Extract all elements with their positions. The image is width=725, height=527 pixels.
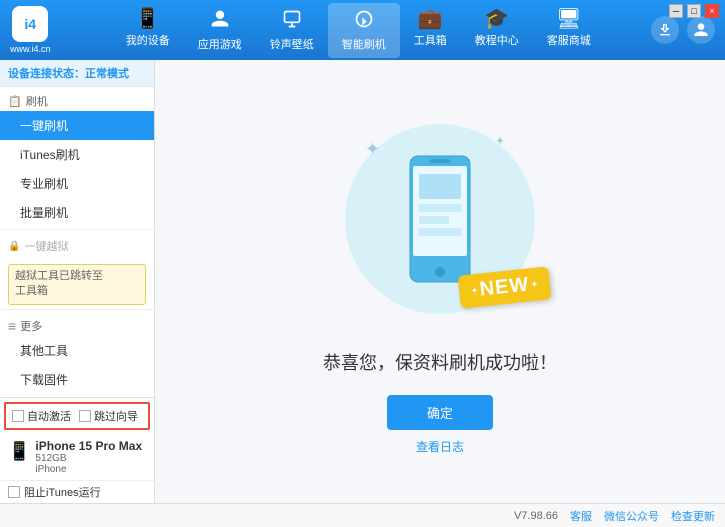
sparkle-icon-2: ✦	[495, 134, 505, 148]
status-value: 正常模式	[85, 68, 129, 80]
nav-my-device-icon: 📱	[135, 9, 160, 29]
minimize-button[interactable]: ─	[669, 4, 683, 18]
version-label: V7.98.66	[514, 510, 558, 522]
customer-service-link[interactable]: 客服	[570, 508, 592, 524]
header: i4 www.i4.cn 📱 我的设备 应用游戏 铃声壁纸	[0, 0, 725, 60]
download-button[interactable]	[651, 16, 679, 44]
success-message: 恭喜您，保资料刷机成功啦！	[323, 349, 557, 375]
group-flash-label: 刷机	[26, 93, 48, 109]
sparkle-icon: ✦	[365, 139, 380, 160]
nav-apps-games[interactable]: 应用游戏	[184, 3, 256, 58]
user-button[interactable]	[687, 16, 715, 44]
nav-tutorial-icon: 🎓	[484, 9, 509, 29]
auto-activate-check[interactable]	[12, 410, 24, 422]
sidebar-item-other-tools[interactable]: 其他工具	[0, 336, 154, 365]
sidebar-item-batch[interactable]: 批量刷机	[0, 198, 154, 227]
group-more-label: 更多	[20, 318, 42, 334]
device-name: iPhone 15 Pro Max	[35, 439, 142, 453]
confirm-button[interactable]: 确定	[387, 395, 493, 430]
nav-service[interactable]: 🖥 客服商城	[533, 3, 605, 58]
maximize-button[interactable]: □	[687, 4, 701, 18]
itunes-block-check[interactable]	[8, 486, 20, 498]
nav-smart-brush-label: 智能刷机	[342, 36, 386, 52]
nav-toolbox-icon: 💼	[418, 9, 443, 29]
nav-apps-games-label: 应用游戏	[198, 36, 242, 52]
skip-guide-label: 跳过向导	[94, 408, 138, 424]
group-flash-icon: 📋	[8, 95, 22, 108]
skip-guide-checkbox[interactable]: 跳过向导	[79, 408, 138, 424]
statusbar: V7.98.66 客服 微信公众号 检查更新	[0, 503, 725, 527]
logo: i4 www.i4.cn	[10, 6, 51, 54]
sidebar-item-pro[interactable]: 专业刷机	[0, 169, 154, 198]
nav-ringtone[interactable]: 铃声壁纸	[256, 3, 328, 58]
nav-my-device[interactable]: 📱 我的设备	[112, 3, 184, 58]
device-info: iPhone 15 Pro Max 512GB iPhone	[35, 439, 142, 475]
sidebar-group-flash: 📋 刷机	[0, 87, 154, 111]
nav-ringtone-label: 铃声壁纸	[270, 36, 314, 52]
auto-activate-checkbox[interactable]: 自动激活	[12, 408, 71, 424]
device-type: iPhone	[35, 464, 142, 475]
nav-tutorial[interactable]: 🎓 教程中心	[461, 3, 533, 58]
close-button[interactable]: ×	[705, 4, 719, 18]
success-illustration: ✦ ✦	[330, 109, 550, 329]
content-area: ✦ ✦	[155, 60, 725, 503]
logo-icon: i4	[12, 6, 48, 42]
jailbreak-warning: 越狱工具已跳转至工具箱	[8, 264, 146, 305]
auto-check-row: 自动激活 跳过向导	[4, 402, 150, 430]
nav-tutorial-label: 教程中心	[475, 32, 519, 48]
sidebar-item-itunes[interactable]: iTunes刷机	[0, 140, 154, 169]
device-row: 📱 iPhone 15 Pro Max 512GB iPhone	[0, 434, 154, 480]
auto-activate-label: 自动激活	[27, 408, 71, 424]
nav-toolbox[interactable]: 💼 工具箱	[400, 3, 461, 58]
group-more-icon: ≡	[8, 318, 16, 334]
window-controls: ─ □ ×	[669, 4, 719, 18]
nav-apps-games-icon	[210, 9, 230, 33]
nav-bar: 📱 我的设备 应用游戏 铃声壁纸 智能刷机	[66, 3, 651, 58]
header-right	[651, 16, 715, 44]
sidebar-bottom: 自动激活 跳过向导 📱 iPhone 15 Pro Max 512GB iPho…	[0, 397, 155, 503]
view-log-link[interactable]: 查看日志	[416, 438, 464, 455]
nav-smart-brush[interactable]: 智能刷机	[328, 3, 400, 58]
divider-1	[0, 229, 154, 230]
wechat-link[interactable]: 微信公众号	[604, 508, 659, 524]
divider-2	[0, 309, 154, 310]
check-update-link[interactable]: 检查更新	[671, 508, 715, 524]
itunes-label: 阻止iTunes运行	[24, 484, 101, 500]
device-icon: 📱	[8, 441, 30, 462]
device-storage: 512GB	[35, 453, 142, 464]
logo-url: www.i4.cn	[10, 44, 51, 54]
nav-service-label: 客服商城	[547, 32, 591, 48]
sidebar-status: 设备连接状态：正常模式	[0, 60, 154, 87]
nav-toolbox-label: 工具箱	[414, 32, 447, 48]
itunes-row: 阻止iTunes运行	[0, 480, 154, 503]
nav-service-icon: 🖥	[556, 9, 581, 29]
sidebar-item-download-firmware[interactable]: 下载固件	[0, 365, 154, 394]
skip-guide-check[interactable]	[79, 410, 91, 422]
nav-my-device-label: 我的设备	[126, 32, 170, 48]
statusbar-right: V7.98.66 客服 微信公众号 检查更新	[514, 508, 715, 524]
nav-ringtone-icon	[282, 9, 302, 33]
sidebar-disabled-jailbreak: 🔒 一键越狱	[0, 232, 154, 260]
nav-smart-brush-icon	[354, 9, 374, 33]
status-label: 设备连接状态：	[8, 68, 85, 80]
sidebar-group-more: ≡ 更多	[0, 312, 154, 336]
sidebar-item-one-key[interactable]: 一键刷机	[0, 111, 154, 140]
phone-svg	[405, 154, 475, 284]
